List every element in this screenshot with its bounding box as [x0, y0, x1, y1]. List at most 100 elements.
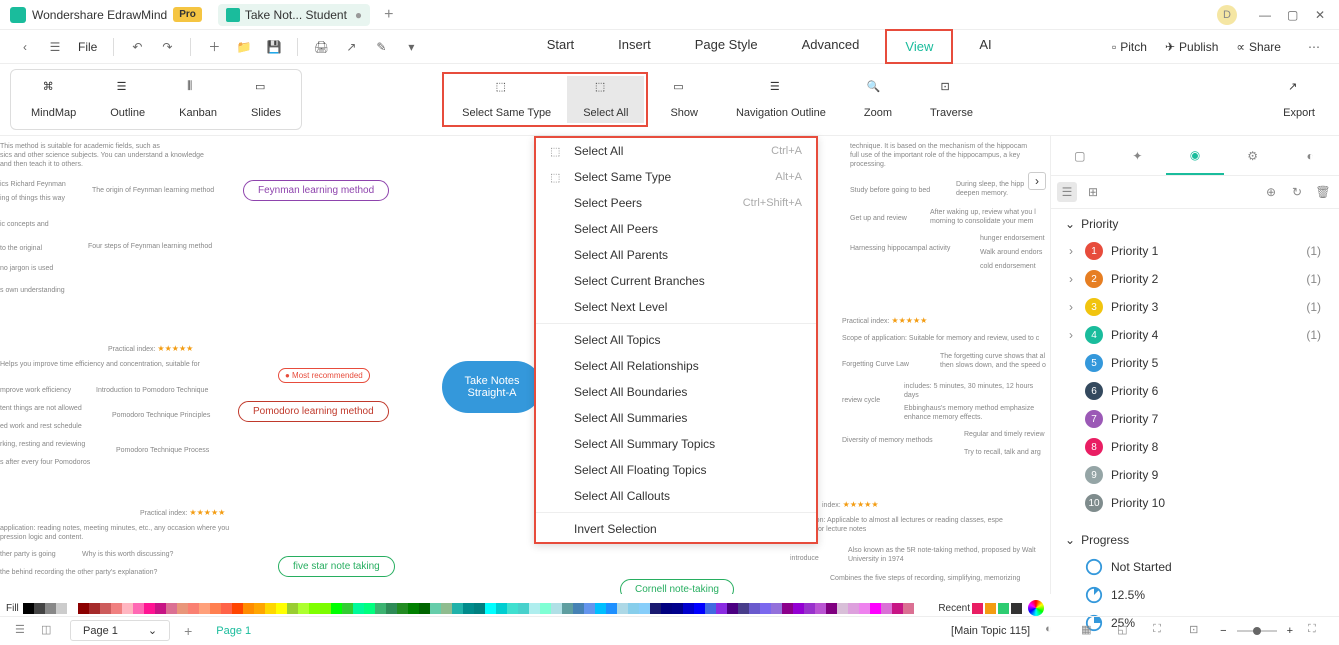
progress-item[interactable]: Not Started — [1065, 553, 1325, 581]
color-swatch[interactable] — [496, 603, 507, 614]
dropdown-item[interactable]: Select All Peers — [536, 216, 816, 242]
color-swatch[interactable] — [441, 603, 452, 614]
leaf[interactable]: Forgetting Curve Law — [842, 360, 909, 369]
color-swatch[interactable] — [782, 603, 793, 614]
panel-tab-marks[interactable]: ◉ — [1166, 136, 1224, 175]
tab-insert[interactable]: Insert — [600, 29, 669, 64]
dropdown-item[interactable]: Select All Boundaries — [536, 379, 816, 405]
recent-swatch[interactable] — [972, 603, 983, 614]
priority-item[interactable]: ›1Priority 1(1) — [1065, 237, 1325, 265]
list-view-icon[interactable]: ☰ — [1057, 182, 1077, 202]
color-swatch[interactable] — [903, 603, 914, 614]
color-swatch[interactable] — [34, 603, 45, 614]
fit-icon[interactable]: ⊡ — [1189, 623, 1205, 639]
color-swatch[interactable] — [540, 603, 551, 614]
leaf[interactable]: The origin of Feynman learning method — [92, 186, 214, 195]
color-swatch[interactable] — [606, 603, 617, 614]
color-swatch[interactable] — [408, 603, 419, 614]
color-swatch[interactable] — [518, 603, 529, 614]
select-same-type-button[interactable]: ⬚Select Same Type — [446, 76, 567, 123]
leaf[interactable]: rking, resting and reviewing — [0, 440, 85, 449]
page-tab[interactable]: Page 1 — [200, 622, 267, 640]
delete-icon[interactable]: 🗑 — [1313, 182, 1333, 202]
color-swatch[interactable] — [298, 603, 309, 614]
share-button[interactable]: ∝Share — [1236, 40, 1281, 54]
minimize-button[interactable]: — — [1259, 8, 1273, 22]
redo-icon[interactable]: ↷ — [158, 38, 176, 56]
hamburger-icon[interactable]: ☰ — [46, 38, 64, 56]
leaf[interactable]: cold endorsement — [980, 262, 1036, 271]
leaf[interactable]: Four steps of Feynman learning method — [88, 242, 212, 251]
leaf[interactable]: This method is suitable for academic fie… — [0, 142, 230, 169]
zoom-slider[interactable] — [1237, 630, 1277, 632]
branch-feynman[interactable]: Feynman learning method — [243, 180, 389, 201]
new-icon[interactable]: ＋ — [205, 38, 223, 56]
dropdown-item[interactable]: Select Current Branches — [536, 268, 816, 294]
color-swatch[interactable] — [188, 603, 199, 614]
color-swatch[interactable] — [507, 603, 518, 614]
color-swatch[interactable] — [287, 603, 298, 614]
priority-item[interactable]: ›4Priority 4(1) — [1065, 321, 1325, 349]
sb-icon-1[interactable]: ◐ — [1045, 623, 1061, 639]
leaf[interactable]: After waking up, review what you lmornin… — [930, 208, 1036, 226]
color-swatch[interactable] — [738, 603, 749, 614]
color-swatch[interactable] — [45, 603, 56, 614]
color-swatch[interactable] — [529, 603, 540, 614]
color-swatch[interactable] — [892, 603, 903, 614]
leaf[interactable]: Why is this worth discussing? — [82, 550, 173, 559]
traverse-button[interactable]: ⊡Traverse — [914, 76, 989, 123]
recent-swatch[interactable] — [985, 603, 996, 614]
color-swatch[interactable] — [485, 603, 496, 614]
color-swatch[interactable] — [430, 603, 441, 614]
color-swatch[interactable] — [221, 603, 232, 614]
color-swatch[interactable] — [463, 603, 474, 614]
color-swatch[interactable] — [749, 603, 760, 614]
leaf[interactable]: Pomodoro Technique Process — [116, 446, 209, 455]
leaf[interactable]: no jargon is used — [0, 264, 53, 273]
page-selector[interactable]: Page 1⌄ — [70, 620, 170, 641]
dropdown-item[interactable]: Select All Parents — [536, 242, 816, 268]
priority-item[interactable]: ›2Priority 2(1) — [1065, 265, 1325, 293]
color-swatch[interactable] — [309, 603, 320, 614]
color-swatch[interactable] — [650, 603, 661, 614]
leaf[interactable]: index: ★★★★★ — [822, 500, 879, 510]
priority-item[interactable]: 5Priority 5 — [1065, 349, 1325, 377]
color-swatch[interactable] — [111, 603, 122, 614]
priority-item[interactable]: 9Priority 9 — [1065, 461, 1325, 489]
color-swatch[interactable] — [804, 603, 815, 614]
leaf[interactable]: Also known as the 5R note-taking method,… — [848, 546, 1036, 564]
color-swatch[interactable] — [254, 603, 265, 614]
color-swatch[interactable] — [89, 603, 100, 614]
color-swatch[interactable] — [177, 603, 188, 614]
dropdown-item[interactable]: Select Next Level — [536, 294, 816, 320]
color-swatch[interactable] — [23, 603, 34, 614]
add-icon[interactable]: ⊕ — [1261, 182, 1281, 202]
zoom-out-button[interactable]: − — [1220, 625, 1226, 637]
color-swatch[interactable] — [815, 603, 826, 614]
color-swatch[interactable] — [342, 603, 353, 614]
dropdown-item[interactable]: Select All Summary Topics — [536, 431, 816, 457]
leaf[interactable]: Helps you improve time efficiency and co… — [0, 360, 220, 369]
leaf[interactable]: Try to recall, talk and arg — [964, 448, 1041, 457]
leaf[interactable]: includes: 5 minutes, 30 minutes, 12 hour… — [904, 382, 1033, 400]
panel-tab-4[interactable]: ⚙ — [1224, 136, 1282, 175]
color-swatch[interactable] — [837, 603, 848, 614]
dropdown-item[interactable]: ⬚Select AllCtrl+A — [536, 138, 816, 164]
color-swatch[interactable] — [122, 603, 133, 614]
leaf[interactable]: s after every four Pomodoros — [0, 458, 90, 467]
publish-button[interactable]: ✈Publish — [1165, 40, 1218, 54]
color-swatch[interactable] — [419, 603, 430, 614]
leaf[interactable]: Introduction to Pomodoro Technique — [96, 386, 208, 395]
color-swatch[interactable] — [364, 603, 375, 614]
leaf[interactable]: mprove work efficiency — [0, 386, 71, 395]
tab-advanced[interactable]: Advanced — [784, 29, 878, 64]
leaf[interactable]: Get up and review — [850, 214, 907, 223]
color-swatch[interactable] — [793, 603, 804, 614]
leaf[interactable]: Pomodoro Technique Principles — [112, 411, 210, 420]
panel-tab-1[interactable]: ▢ — [1051, 136, 1109, 175]
branch-pomodoro[interactable]: Pomodoro learning method — [238, 401, 389, 422]
nav-outline-button[interactable]: ☰Navigation Outline — [720, 76, 842, 123]
close-button[interactable]: ✕ — [1315, 8, 1329, 22]
branch-fivestar[interactable]: five star note taking — [278, 556, 395, 577]
color-swatch[interactable] — [562, 603, 573, 614]
